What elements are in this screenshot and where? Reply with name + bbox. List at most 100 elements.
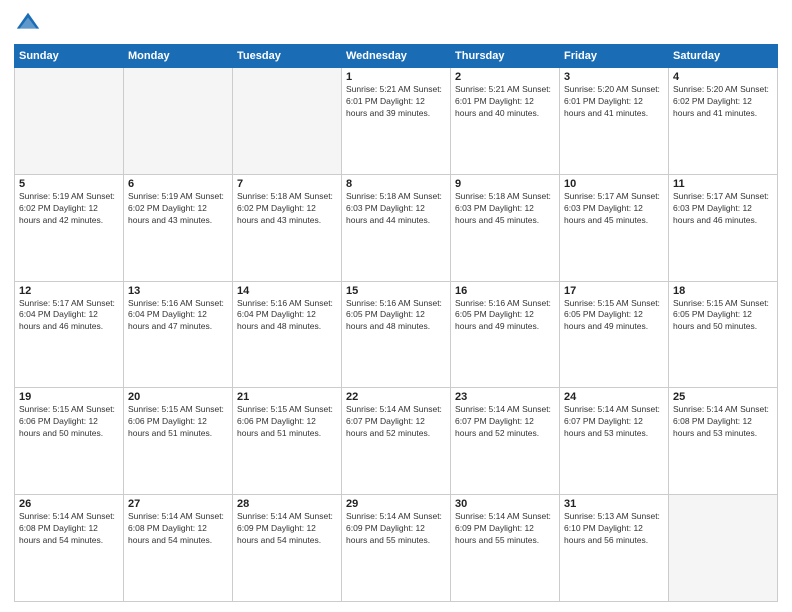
calendar-cell: 3Sunrise: 5:20 AM Sunset: 6:01 PM Daylig… bbox=[560, 68, 669, 175]
calendar-cell bbox=[15, 68, 124, 175]
day-number: 21 bbox=[237, 391, 337, 403]
day-info: Sunrise: 5:14 AM Sunset: 6:09 PM Dayligh… bbox=[237, 511, 337, 547]
calendar-cell: 10Sunrise: 5:17 AM Sunset: 6:03 PM Dayli… bbox=[560, 174, 669, 281]
day-number: 29 bbox=[346, 498, 446, 510]
calendar-cell: 25Sunrise: 5:14 AM Sunset: 6:08 PM Dayli… bbox=[669, 388, 778, 495]
day-info: Sunrise: 5:16 AM Sunset: 6:05 PM Dayligh… bbox=[455, 298, 555, 334]
calendar-cell: 12Sunrise: 5:17 AM Sunset: 6:04 PM Dayli… bbox=[15, 281, 124, 388]
day-header-friday: Friday bbox=[560, 45, 669, 68]
calendar-cell: 15Sunrise: 5:16 AM Sunset: 6:05 PM Dayli… bbox=[342, 281, 451, 388]
day-info: Sunrise: 5:14 AM Sunset: 6:07 PM Dayligh… bbox=[564, 404, 664, 440]
calendar-cell: 17Sunrise: 5:15 AM Sunset: 6:05 PM Dayli… bbox=[560, 281, 669, 388]
day-number: 10 bbox=[564, 178, 664, 190]
day-info: Sunrise: 5:17 AM Sunset: 6:03 PM Dayligh… bbox=[673, 191, 773, 227]
day-number: 1 bbox=[346, 71, 446, 83]
day-number: 4 bbox=[673, 71, 773, 83]
day-info: Sunrise: 5:19 AM Sunset: 6:02 PM Dayligh… bbox=[19, 191, 119, 227]
day-info: Sunrise: 5:17 AM Sunset: 6:03 PM Dayligh… bbox=[564, 191, 664, 227]
calendar-cell bbox=[124, 68, 233, 175]
day-number: 25 bbox=[673, 391, 773, 403]
day-info: Sunrise: 5:18 AM Sunset: 6:02 PM Dayligh… bbox=[237, 191, 337, 227]
day-info: Sunrise: 5:17 AM Sunset: 6:04 PM Dayligh… bbox=[19, 298, 119, 334]
day-number: 22 bbox=[346, 391, 446, 403]
day-number: 9 bbox=[455, 178, 555, 190]
day-info: Sunrise: 5:16 AM Sunset: 6:04 PM Dayligh… bbox=[128, 298, 228, 334]
day-number: 5 bbox=[19, 178, 119, 190]
day-info: Sunrise: 5:20 AM Sunset: 6:02 PM Dayligh… bbox=[673, 84, 773, 120]
day-info: Sunrise: 5:21 AM Sunset: 6:01 PM Dayligh… bbox=[455, 84, 555, 120]
day-info: Sunrise: 5:14 AM Sunset: 6:09 PM Dayligh… bbox=[455, 511, 555, 547]
calendar-cell: 5Sunrise: 5:19 AM Sunset: 6:02 PM Daylig… bbox=[15, 174, 124, 281]
day-number: 18 bbox=[673, 285, 773, 297]
calendar-cell: 4Sunrise: 5:20 AM Sunset: 6:02 PM Daylig… bbox=[669, 68, 778, 175]
day-number: 17 bbox=[564, 285, 664, 297]
calendar-cell: 11Sunrise: 5:17 AM Sunset: 6:03 PM Dayli… bbox=[669, 174, 778, 281]
calendar-week-2: 5Sunrise: 5:19 AM Sunset: 6:02 PM Daylig… bbox=[15, 174, 778, 281]
day-info: Sunrise: 5:16 AM Sunset: 6:05 PM Dayligh… bbox=[346, 298, 446, 334]
calendar-cell: 23Sunrise: 5:14 AM Sunset: 6:07 PM Dayli… bbox=[451, 388, 560, 495]
calendar-week-5: 26Sunrise: 5:14 AM Sunset: 6:08 PM Dayli… bbox=[15, 495, 778, 602]
logo-icon bbox=[14, 10, 42, 38]
day-info: Sunrise: 5:20 AM Sunset: 6:01 PM Dayligh… bbox=[564, 84, 664, 120]
day-number: 30 bbox=[455, 498, 555, 510]
day-number: 31 bbox=[564, 498, 664, 510]
day-info: Sunrise: 5:15 AM Sunset: 6:06 PM Dayligh… bbox=[128, 404, 228, 440]
calendar-cell: 22Sunrise: 5:14 AM Sunset: 6:07 PM Dayli… bbox=[342, 388, 451, 495]
day-header-saturday: Saturday bbox=[669, 45, 778, 68]
day-header-tuesday: Tuesday bbox=[233, 45, 342, 68]
day-number: 28 bbox=[237, 498, 337, 510]
day-info: Sunrise: 5:14 AM Sunset: 6:08 PM Dayligh… bbox=[673, 404, 773, 440]
day-info: Sunrise: 5:14 AM Sunset: 6:09 PM Dayligh… bbox=[346, 511, 446, 547]
calendar-cell: 13Sunrise: 5:16 AM Sunset: 6:04 PM Dayli… bbox=[124, 281, 233, 388]
calendar-cell: 18Sunrise: 5:15 AM Sunset: 6:05 PM Dayli… bbox=[669, 281, 778, 388]
calendar-header-row: SundayMondayTuesdayWednesdayThursdayFrid… bbox=[15, 45, 778, 68]
day-number: 16 bbox=[455, 285, 555, 297]
day-info: Sunrise: 5:18 AM Sunset: 6:03 PM Dayligh… bbox=[346, 191, 446, 227]
day-info: Sunrise: 5:15 AM Sunset: 6:05 PM Dayligh… bbox=[673, 298, 773, 334]
calendar-cell: 7Sunrise: 5:18 AM Sunset: 6:02 PM Daylig… bbox=[233, 174, 342, 281]
calendar-cell: 31Sunrise: 5:13 AM Sunset: 6:10 PM Dayli… bbox=[560, 495, 669, 602]
day-number: 14 bbox=[237, 285, 337, 297]
calendar-cell: 28Sunrise: 5:14 AM Sunset: 6:09 PM Dayli… bbox=[233, 495, 342, 602]
calendar-cell: 20Sunrise: 5:15 AM Sunset: 6:06 PM Dayli… bbox=[124, 388, 233, 495]
calendar-cell: 30Sunrise: 5:14 AM Sunset: 6:09 PM Dayli… bbox=[451, 495, 560, 602]
day-info: Sunrise: 5:14 AM Sunset: 6:07 PM Dayligh… bbox=[455, 404, 555, 440]
calendar-cell: 21Sunrise: 5:15 AM Sunset: 6:06 PM Dayli… bbox=[233, 388, 342, 495]
day-number: 11 bbox=[673, 178, 773, 190]
calendar-cell: 24Sunrise: 5:14 AM Sunset: 6:07 PM Dayli… bbox=[560, 388, 669, 495]
calendar-cell bbox=[669, 495, 778, 602]
day-header-sunday: Sunday bbox=[15, 45, 124, 68]
day-info: Sunrise: 5:15 AM Sunset: 6:05 PM Dayligh… bbox=[564, 298, 664, 334]
day-info: Sunrise: 5:16 AM Sunset: 6:04 PM Dayligh… bbox=[237, 298, 337, 334]
day-info: Sunrise: 5:15 AM Sunset: 6:06 PM Dayligh… bbox=[19, 404, 119, 440]
calendar-cell: 27Sunrise: 5:14 AM Sunset: 6:08 PM Dayli… bbox=[124, 495, 233, 602]
day-number: 13 bbox=[128, 285, 228, 297]
day-info: Sunrise: 5:14 AM Sunset: 6:07 PM Dayligh… bbox=[346, 404, 446, 440]
day-header-thursday: Thursday bbox=[451, 45, 560, 68]
calendar-week-3: 12Sunrise: 5:17 AM Sunset: 6:04 PM Dayli… bbox=[15, 281, 778, 388]
calendar-cell: 6Sunrise: 5:19 AM Sunset: 6:02 PM Daylig… bbox=[124, 174, 233, 281]
day-number: 2 bbox=[455, 71, 555, 83]
day-number: 26 bbox=[19, 498, 119, 510]
page: SundayMondayTuesdayWednesdayThursdayFrid… bbox=[0, 0, 792, 612]
day-info: Sunrise: 5:14 AM Sunset: 6:08 PM Dayligh… bbox=[19, 511, 119, 547]
day-number: 3 bbox=[564, 71, 664, 83]
day-number: 23 bbox=[455, 391, 555, 403]
day-number: 8 bbox=[346, 178, 446, 190]
day-info: Sunrise: 5:18 AM Sunset: 6:03 PM Dayligh… bbox=[455, 191, 555, 227]
calendar-cell: 29Sunrise: 5:14 AM Sunset: 6:09 PM Dayli… bbox=[342, 495, 451, 602]
day-info: Sunrise: 5:13 AM Sunset: 6:10 PM Dayligh… bbox=[564, 511, 664, 547]
calendar-cell bbox=[233, 68, 342, 175]
day-info: Sunrise: 5:21 AM Sunset: 6:01 PM Dayligh… bbox=[346, 84, 446, 120]
day-info: Sunrise: 5:19 AM Sunset: 6:02 PM Dayligh… bbox=[128, 191, 228, 227]
day-number: 15 bbox=[346, 285, 446, 297]
day-number: 19 bbox=[19, 391, 119, 403]
calendar-cell: 9Sunrise: 5:18 AM Sunset: 6:03 PM Daylig… bbox=[451, 174, 560, 281]
day-number: 7 bbox=[237, 178, 337, 190]
calendar-cell: 2Sunrise: 5:21 AM Sunset: 6:01 PM Daylig… bbox=[451, 68, 560, 175]
day-number: 27 bbox=[128, 498, 228, 510]
logo bbox=[14, 10, 46, 38]
day-header-wednesday: Wednesday bbox=[342, 45, 451, 68]
day-number: 12 bbox=[19, 285, 119, 297]
calendar-cell: 16Sunrise: 5:16 AM Sunset: 6:05 PM Dayli… bbox=[451, 281, 560, 388]
